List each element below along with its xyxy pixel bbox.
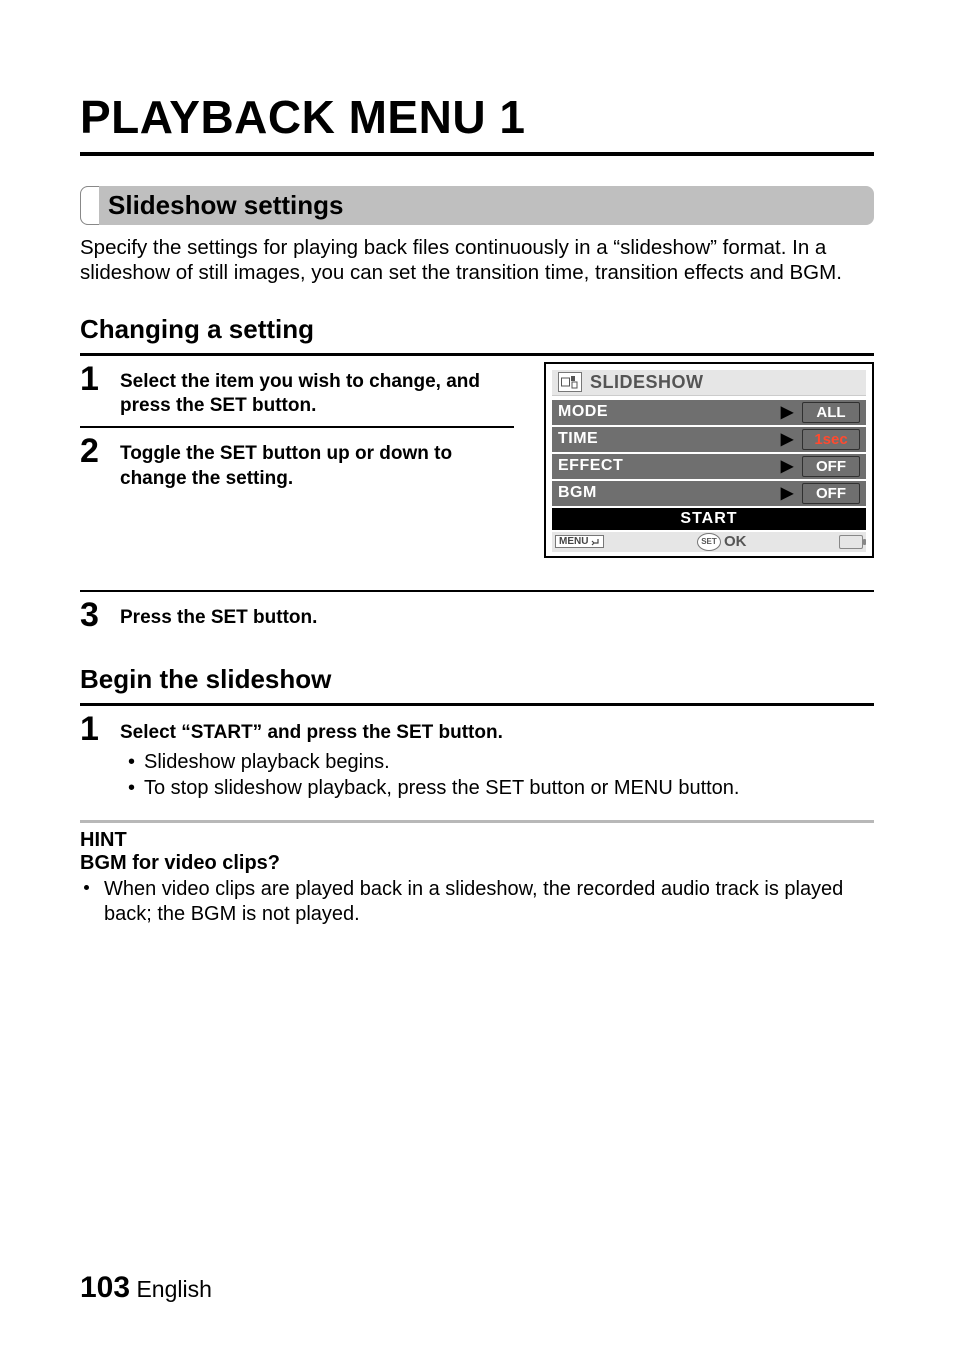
begin-step-1: 1 Select “START” and press the SET butto… — [80, 712, 874, 802]
bullet-icon — [84, 885, 89, 890]
back-arrow-icon — [590, 537, 600, 547]
menu-item-effect[interactable]: EFFECT ▶ OFF — [552, 454, 866, 479]
step-2: 2 Toggle the SET button up or down to ch… — [80, 434, 514, 491]
menu-button-label: MENU — [559, 536, 588, 547]
screen-footer: MENU SET OK — [552, 532, 866, 552]
step-text: Select “START” and press the SET button.… — [120, 712, 740, 802]
step-text: Toggle the SET button up or down to chan… — [120, 434, 514, 491]
pill-accent — [80, 186, 99, 225]
hint-block: HINT BGM for video clips? When video cli… — [80, 829, 874, 928]
menu-label: BGM — [558, 484, 772, 502]
screen-title: SLIDESHOW — [590, 372, 704, 393]
menu-value: OFF — [802, 456, 860, 477]
menu-value: OFF — [802, 483, 860, 504]
hint-rule — [80, 820, 874, 823]
chevron-right-icon: ▶ — [772, 456, 802, 476]
step-number: 3 — [80, 598, 106, 632]
begin-step-lead: Select “START” and press the SET button. — [120, 720, 740, 745]
menu-label: EFFECT — [558, 457, 772, 475]
hint-text: When video clips are played back in a sl… — [104, 878, 843, 926]
section-heading: Slideshow settings — [80, 186, 874, 225]
menu-value: 1sec — [802, 429, 860, 450]
menu-label: MODE — [558, 403, 772, 421]
chevron-right-icon: ▶ — [772, 402, 802, 422]
menu-list: MODE ▶ ALL TIME ▶ 1sec EFFECT ▶ OFF — [552, 400, 866, 530]
hint-subtitle: BGM for video clips? — [80, 852, 874, 875]
title-rule — [80, 152, 874, 156]
subheading-rule — [80, 703, 874, 706]
hint-title: HINT — [80, 829, 874, 852]
manual-page: PLAYBACK MENU 1 Slideshow settings Speci… — [0, 0, 954, 1345]
camera-screen: SLIDESHOW MODE ▶ ALL TIME ▶ 1sec EFFECT — [544, 362, 874, 558]
playback-mode-icon — [558, 372, 582, 392]
menu-button-icon[interactable]: MENU — [555, 535, 604, 548]
chevron-right-icon: ▶ — [772, 483, 802, 503]
page-number: 103 — [80, 1271, 130, 1304]
page-footer: 103 English — [80, 1271, 874, 1305]
step-1: 1 Select the item you wish to change, an… — [80, 362, 514, 419]
subheading-rule — [80, 353, 874, 356]
step-text: Press the SET button. — [120, 598, 317, 630]
step-separator — [80, 426, 514, 428]
menu-value: ALL — [802, 402, 860, 423]
page-title: PLAYBACK MENU 1 — [80, 90, 874, 144]
menu-item-bgm[interactable]: BGM ▶ OFF — [552, 481, 866, 506]
menu-item-start[interactable]: START — [552, 508, 866, 530]
chevron-right-icon: ▶ — [772, 429, 802, 449]
step-3: 3 Press the SET button. — [80, 598, 874, 632]
step-number: 1 — [80, 362, 106, 396]
step-number: 2 — [80, 434, 106, 468]
set-ok-indicator: SET OK — [697, 533, 747, 551]
subheading-begin: Begin the slideshow — [80, 664, 874, 695]
section-heading-label: Slideshow settings — [108, 190, 344, 221]
step-text: Select the item you wish to change, and … — [120, 362, 514, 419]
screen-titlebar: SLIDESHOW — [552, 370, 866, 396]
menu-item-time[interactable]: TIME ▶ 1sec — [552, 427, 866, 452]
begin-step-bullet: To stop slideshow playback, press the SE… — [142, 775, 740, 801]
steps-column: 1 Select the item you wish to change, an… — [80, 362, 514, 491]
ok-label: OK — [724, 533, 747, 550]
page-language: English — [136, 1276, 211, 1302]
step-separator — [80, 590, 874, 592]
subheading-changing: Changing a setting — [80, 314, 874, 345]
set-button-icon[interactable]: SET — [697, 533, 721, 551]
battery-icon — [839, 535, 863, 549]
section-intro: Specify the settings for playing back fi… — [80, 235, 874, 286]
begin-step-bullet: Slideshow playback begins. — [142, 749, 740, 775]
hint-bullet: When video clips are played back in a sl… — [100, 877, 874, 928]
menu-item-mode[interactable]: MODE ▶ ALL — [552, 400, 866, 425]
step-number: 1 — [80, 712, 106, 746]
menu-label: TIME — [558, 430, 772, 448]
